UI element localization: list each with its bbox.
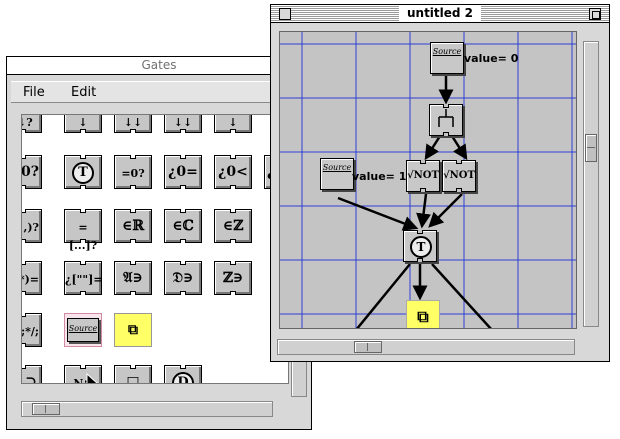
gate-item[interactable]: 0? — [22, 155, 42, 189]
gates-window-title: Gates — [133, 58, 185, 73]
gate-item[interactable]: ↓↓ — [164, 115, 202, 133]
gate-item[interactable]: ℤ∋ — [214, 261, 252, 295]
gates-window: Gates File Edit .↓? ↓ ↓↓ ↓↓ ↓ 0? T =0? ¿… — [6, 56, 312, 430]
not-gate-1[interactable]: √NOT — [406, 160, 440, 192]
canvas-vertical-scrollbar[interactable] — [583, 41, 599, 327]
gate-item[interactable]: ∈ℂ — [164, 209, 202, 243]
gates-titlebar[interactable]: Gates — [7, 57, 311, 75]
value-label-left: value= 1 — [352, 170, 407, 183]
gate-item[interactable]: ¿0= — [164, 155, 202, 189]
untitled-window: untitled 2 Source value= 0 Source value=… — [270, 4, 610, 362]
value-label-top: value= 0 — [464, 52, 519, 65]
gates-scroll-thumb[interactable] — [32, 403, 60, 415]
split-icon — [438, 109, 454, 127]
gates-palette: .↓? ↓ ↓↓ ↓↓ ↓ 0? T =0? ¿0= ¿0< ¿ ,)? =[.… — [21, 114, 289, 384]
gate-item[interactable]: ∈ℤ — [214, 209, 252, 243]
gate-item[interactable]: =[...]? — [64, 209, 102, 252]
gates-horizontal-scrollbar[interactable] — [21, 401, 273, 417]
source-node-top[interactable]: Source — [430, 42, 464, 74]
gate-item[interactable]: D — [164, 365, 202, 383]
close-box-icon[interactable] — [279, 8, 291, 20]
canvas-hscroll-thumb[interactable] — [354, 341, 382, 353]
zoom-box-icon[interactable] — [589, 8, 601, 20]
wires — [337, 74, 492, 328]
gate-item[interactable]: □ — [114, 365, 152, 383]
gate-test[interactable]: T — [64, 155, 102, 189]
gate-item[interactable]: ¿[""]= — [64, 261, 103, 295]
source-chip: Source — [67, 318, 99, 342]
gates-vertical-scrollbar[interactable] — [291, 357, 307, 397]
gate-item[interactable]: ↓ — [64, 115, 102, 133]
canvas-horizontal-scrollbar[interactable] — [277, 339, 575, 355]
mouse-pointer-icon — [86, 373, 98, 383]
untitled-titlebar[interactable]: untitled 2 — [271, 5, 609, 23]
gate-item[interactable]: .↓? — [22, 115, 42, 133]
not-gate-2[interactable]: √NOT — [442, 160, 476, 192]
gate-item[interactable]: 𝔇∋ — [164, 261, 202, 295]
gate-item[interactable]: ¿0< — [214, 155, 252, 189]
output-node[interactable]: ⧉ — [406, 300, 440, 328]
split-node[interactable] — [429, 104, 463, 136]
gate-item[interactable]: (*)= — [22, 261, 42, 295]
gates-menubar: File Edit — [11, 81, 307, 103]
menu-edit[interactable]: Edit — [71, 85, 96, 100]
gate-item[interactable]: 𝔄∋ — [114, 261, 152, 295]
circuit-canvas[interactable]: Source value= 0 Source value= 1 √NOT √NO… — [279, 31, 577, 329]
gate-item[interactable]: ↓ — [214, 115, 252, 133]
canvas-vscroll-thumb[interactable] — [585, 134, 597, 162]
gate-item[interactable]: =0? — [114, 155, 152, 189]
gate-item[interactable]: ⊃ — [22, 365, 42, 383]
menu-file[interactable]: File — [23, 85, 45, 100]
gate-item[interactable]: ;*/; — [22, 313, 42, 347]
gate-item[interactable]: ,)? — [22, 209, 42, 243]
untitled-window-title: untitled 2 — [398, 6, 482, 21]
gate-item[interactable]: ↓↓ — [114, 115, 152, 133]
source-node-left[interactable]: Source — [320, 158, 354, 190]
test-gate[interactable]: T — [403, 230, 437, 262]
gate-item[interactable]: ∈ℝ — [114, 209, 152, 243]
gate-source[interactable]: Source — [64, 313, 102, 347]
gate-output-selected[interactable]: ⧉ — [114, 313, 152, 347]
